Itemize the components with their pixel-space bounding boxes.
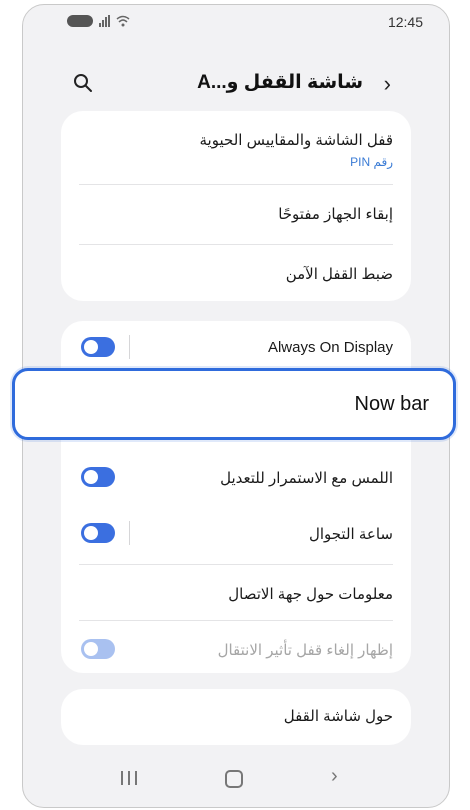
list-item-screen-lock[interactable]: قفل الشاشة والمقاييس الحيوية رقم PIN [61,111,411,185]
list-item-touch-hold[interactable]: اللمس مع الاستمرار للتعديل [61,449,411,505]
always-on-toggle[interactable] [81,337,115,357]
recent-apps-icon[interactable] [121,771,137,785]
chevron-right-icon[interactable]: › [384,73,391,95]
list-item-label: اللمس مع الاستمرار للتعديل [220,470,393,487]
divider [129,521,130,545]
list-item-unlock-effect: إظهار إلغاء قفل تأثير الانتقال [61,621,411,673]
list-item-label: Always On Display [267,339,393,356]
page-title: شاشة القفل و...A [197,72,363,93]
touch-hold-toggle[interactable] [81,467,115,487]
list-item-label: حول شاشة القفل [283,708,393,725]
now-bar-label: Now bar [354,393,429,415]
list-item-secure-lock[interactable]: ضبط القفل الآمن [61,245,411,301]
status-time: 12:45 [387,14,423,30]
settings-card-about: حول شاشة القفل [61,689,411,745]
now-bar-highlight[interactable]: Now bar [12,368,456,440]
battery-icon [67,15,93,27]
divider [129,335,130,359]
roaming-clock-toggle[interactable] [81,523,115,543]
list-item-label: ضبط القفل الآمن [285,266,393,283]
status-icons [67,15,130,27]
list-item-label: إبقاء الجهاز مفتوحًا [278,206,393,223]
list-item-roaming-clock[interactable]: ساعة التجوال [61,505,411,565]
list-item-sub: رقم PIN [350,155,393,169]
settings-card-security: قفل الشاشة والمقاييس الحيوية رقم PIN إبق… [61,111,411,301]
list-item-keep-unlocked[interactable]: إبقاء الجهاز مفتوحًا [61,185,411,245]
list-item-label: معلومات حول جهة الاتصال [228,586,393,603]
navigation-bar: › [23,751,449,807]
back-icon[interactable]: › [331,765,338,788]
wifi-icon [116,15,130,27]
search-icon[interactable] [73,73,93,93]
list-item-label: إظهار إلغاء قفل تأثير الانتقال [217,642,393,659]
signal-icon [99,15,110,27]
list-item-contact-info[interactable]: معلومات حول جهة الاتصال [61,565,411,621]
home-icon[interactable] [225,770,243,788]
header: شاشة القفل و...A › [23,59,449,105]
list-item-label: ساعة التجوال [308,526,393,543]
list-item-always-on-display[interactable]: Always On Display [61,321,411,375]
list-item-label: قفل الشاشة والمقاييس الحيوية [199,132,393,149]
status-bar: 12:45 [23,5,449,39]
list-item-about-lock-screen[interactable]: حول شاشة القفل [61,689,411,745]
unlock-effect-toggle [81,639,115,659]
